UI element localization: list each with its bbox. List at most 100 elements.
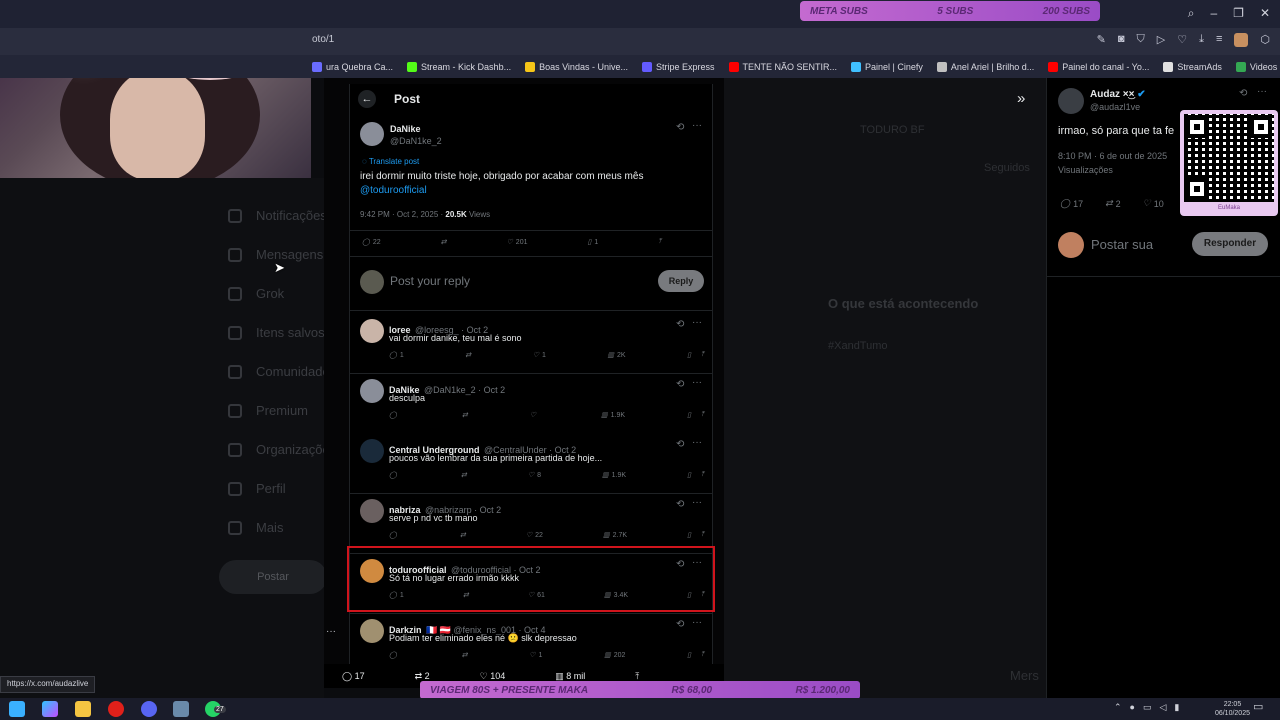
like-action[interactable]: ♡ 10 [1143,198,1164,209]
views-action[interactable]: ▥ 2K [607,351,625,360]
grok-icon[interactable]: ⟲ [1239,88,1247,99]
opera-icon[interactable] [108,701,124,717]
reply-button[interactable]: Reply [658,270,704,292]
profile-avatar[interactable] [1234,33,1249,47]
shield-icon[interactable]: ⛉ [1137,33,1145,47]
back-arrow-icon[interactable]: ← [358,90,376,108]
grok-icon[interactable]: ⟲ [676,439,684,450]
collapse-icon[interactable]: » [1017,90,1025,107]
like-action[interactable]: ♡ 22 [526,531,543,540]
search-icon[interactable]: ⌕ [1188,6,1195,21]
grok-icon[interactable]: ⟲ [676,379,684,390]
more-icon[interactable]: ··· [692,437,702,448]
like-action[interactable]: ♡ 1 [529,651,542,660]
bookmark-item[interactable]: Anel Ariel | Brilho d... [936,61,1034,72]
post-author-name[interactable]: DaNike [390,124,421,134]
maximize-icon[interactable]: ❐ [1233,6,1244,21]
reply-action[interactable]: ◯ 17 [342,671,365,682]
reply-row[interactable]: Central Underground @CentralUnder · Oct … [350,433,712,493]
reply-action[interactable]: ◯ 22 [362,238,381,247]
reply-author-handle[interactable]: @DaN1ke_2 · Oct 2 [424,385,505,395]
extension-icon[interactable]: ⬡ [1260,33,1270,47]
download-icon[interactable]: ⤓ [1199,33,1204,47]
repost-action[interactable]: ⇄ [462,411,468,419]
notification-icon[interactable]: ▭ [1253,700,1263,713]
chevron-up-icon[interactable]: ⌃ [1114,702,1122,713]
reply-input[interactable]: Post your reply [390,274,470,288]
like-action[interactable]: ♡ 104 [480,671,506,682]
reply-row[interactable]: DaNike @DaN1ke_2 · Oct 2 ⟲ ··· desculpa ◯ ⇄ ♡ ▥… [350,373,712,433]
copilot-icon[interactable] [42,701,58,717]
avatar[interactable] [360,499,384,523]
battery-icon[interactable]: ▮ [1174,702,1179,713]
repost-action[interactable]: ⇄ [441,238,447,246]
reply-action[interactable]: ◯ [389,651,400,659]
heart-icon[interactable]: ♡ [1177,33,1187,47]
repost-action[interactable]: ⇄ 2 [1105,198,1121,209]
grok-icon[interactable]: ⟲ [676,319,684,330]
clock[interactable]: 22:05 06/10/2025 [1215,700,1250,718]
bookmark-item[interactable]: Painel | Cinefy [851,61,923,72]
like-action[interactable]: ♡ [530,411,539,419]
more-icon[interactable]: ··· [1257,86,1267,97]
post-author-handle[interactable]: @DaN1ke_2 [390,136,442,146]
discord-icon[interactable] [141,701,157,717]
share-icon[interactable]: ⤒ [635,671,639,682]
more-icon[interactable]: ··· [692,497,702,508]
close-icon[interactable]: ✕ [1260,6,1270,21]
menu-icon[interactable]: ≡ [1216,33,1222,47]
more-icon[interactable]: ··· [692,377,702,388]
volume-icon[interactable]: ◁ [1160,702,1167,713]
minimize-icon[interactable]: – [1210,6,1217,21]
avatar[interactable] [360,379,384,403]
bookmark-action[interactable]: ▯ ⤒ [687,651,704,659]
translate-link[interactable]: ◌ Translate post [362,157,419,166]
share-action[interactable]: ⤒ [658,238,661,246]
post-mention-link[interactable]: @toduroofficial [360,185,427,196]
views-action[interactable]: ▥ 1.9K [601,411,625,420]
views-action[interactable]: ▥ 8 mil [555,671,585,682]
bookmark-item[interactable]: StreamAds [1163,61,1222,72]
bookmark-action[interactable]: ▯ ⤒ [687,471,704,479]
reply-row[interactable]: loree @loreesg_ · Oct 2 ⟲ ··· vai dormir da… [350,313,712,373]
reply-row[interactable]: Darkzin 🇫🇷 🇦🇹 @fenix_ns_001 · Oct 4 ⟲ ··· P… [350,613,712,664]
reply-action[interactable]: ◯ [389,471,400,479]
avatar[interactable] [360,619,384,643]
folder-icon[interactable] [75,701,91,717]
mic-icon[interactable]: ● [1130,702,1135,713]
play-icon[interactable]: ▷ [1157,33,1165,47]
like-action[interactable]: ♡ 1 [533,351,546,360]
avatar[interactable] [1058,88,1084,114]
network-icon[interactable]: ▭ [1143,702,1152,713]
bookmark-item[interactable]: Videos Maka - Goo... [1235,61,1280,72]
bookmark-item[interactable]: TENTE NÃO SENTIR... [728,61,837,72]
more-icon[interactable]: ··· [692,617,702,628]
bookmark-action[interactable]: ▯ ⤒ [687,351,704,359]
responder-button[interactable]: Responder [1192,232,1268,256]
grok-icon[interactable]: ⟲ [676,122,684,133]
right-author-name[interactable]: Audaz ×͜× ✔ [1090,89,1146,100]
repost-action[interactable]: ⇄ [465,351,471,359]
views-action[interactable]: ▥ 202 [604,651,625,660]
avatar[interactable] [360,319,384,343]
windows-start-icon[interactable] [9,701,25,717]
views-action[interactable]: ▥ 1.9K [602,471,626,480]
address-bar[interactable] [0,28,1280,55]
bookmark-item[interactable]: Stream - Kick Dashb... [407,61,511,72]
reply-action[interactable]: ◯ 17 [1060,198,1083,209]
grok-icon[interactable]: ⟲ [676,499,684,510]
right-reply-input[interactable]: Postar sua [1091,237,1153,252]
reply-row[interactable]: nabriza @nabrizarp · Oct 2 ⟲ ··· serve p nd… [350,493,712,553]
reply-action[interactable]: ◯ 1 [389,351,404,360]
bookmark-action[interactable]: ▯ ⤒ [687,411,704,419]
grok-icon[interactable]: ⟲ [676,619,684,630]
bookmark-item[interactable]: Stripe Express [641,61,715,72]
bookmark-item[interactable]: Boas Vindas - Unive... [525,61,628,72]
like-action[interactable]: ♡ 201 [507,238,528,247]
repost-action[interactable]: ⇄ 2 [415,671,430,682]
url-text[interactable]: oto/1 [312,34,334,45]
reply-action[interactable]: ◯ [389,411,400,419]
avatar[interactable] [360,439,384,463]
bookmark-action[interactable]: ▯ ⤒ [687,531,704,539]
repost-action[interactable]: ⇄ [461,471,467,479]
